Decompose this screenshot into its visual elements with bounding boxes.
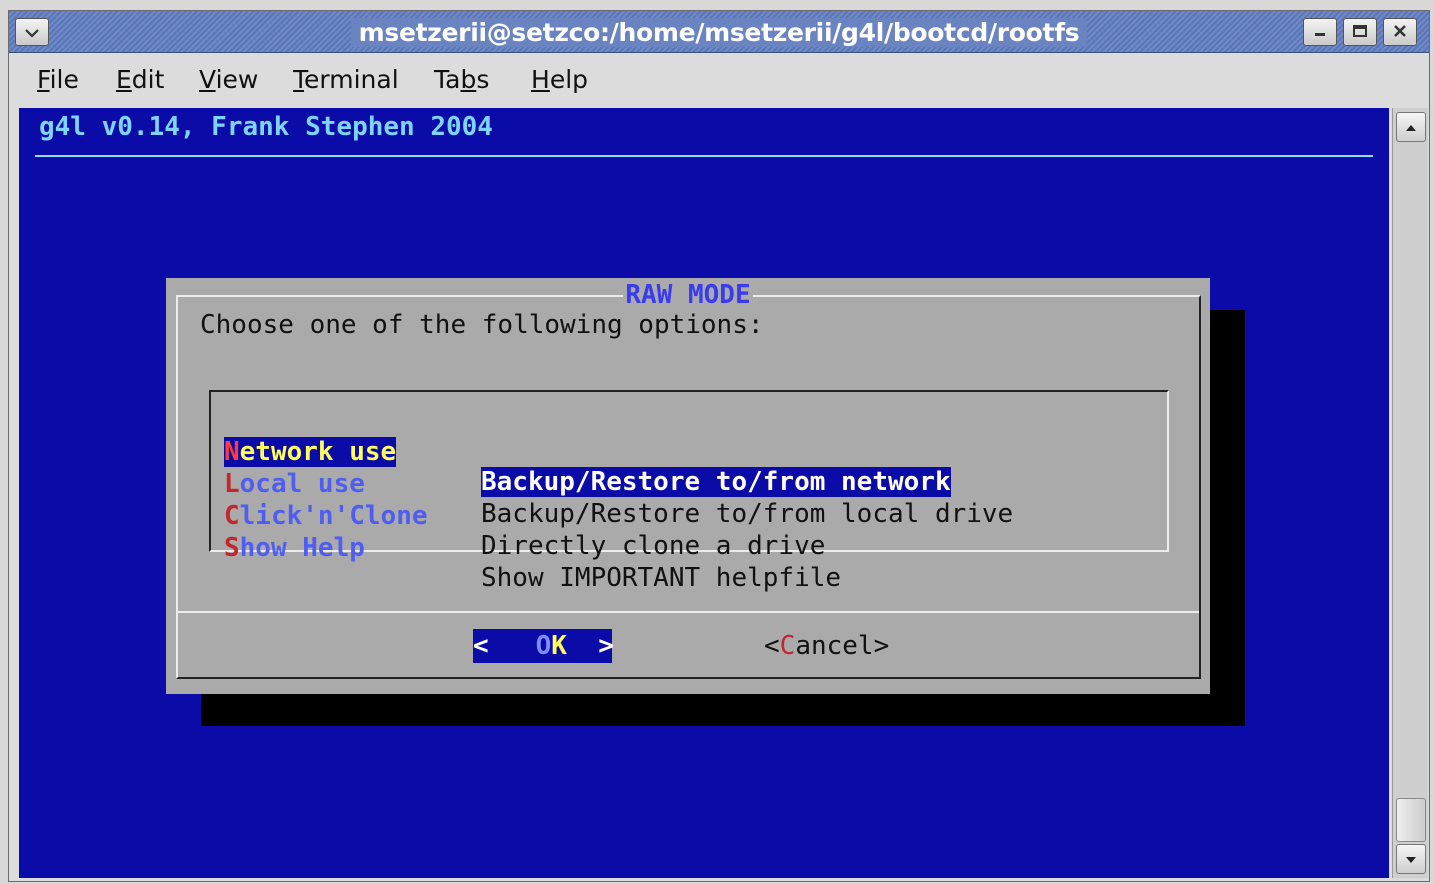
dialog-prompt: Choose one of the following options:	[200, 310, 764, 340]
vertical-scrollbar[interactable]	[1392, 108, 1428, 878]
close-button[interactable]	[1383, 18, 1417, 46]
close-icon	[1392, 23, 1408, 42]
minimize-button[interactable]	[1303, 18, 1337, 46]
window-title: msetzerii@setzco:/home/msetzerii/g4l/boo…	[9, 18, 1429, 47]
scroll-thumb[interactable]	[1396, 798, 1426, 842]
option-click-n-clone[interactable]: Click'n'Clone Directly clone a drive	[224, 471, 825, 561]
option-network-use[interactable]: Network use Backup/Restore to/from netwo…	[224, 407, 951, 497]
minimize-icon	[1312, 23, 1328, 42]
scroll-up-button[interactable]	[1396, 112, 1426, 142]
menu-view[interactable]: View	[199, 65, 258, 94]
terminal-window: msetzerii@setzco:/home/msetzerii/g4l/boo…	[8, 10, 1430, 882]
maximize-button[interactable]	[1343, 18, 1377, 46]
cancel-button[interactable]: <Cancel>	[764, 629, 889, 663]
menu-bar: File Edit View Terminal Tabs Help	[9, 54, 1429, 106]
arrow-up-icon	[1404, 118, 1418, 137]
maximize-icon	[1352, 23, 1368, 42]
menu-edit[interactable]: Edit	[116, 65, 164, 94]
option-description: Backup/Restore to/from local drive	[481, 499, 1014, 529]
option-show-help[interactable]: Show Help Show IMPORTANT helpfile	[224, 503, 841, 593]
ok-button[interactable]: < OK >	[473, 629, 614, 663]
menu-file[interactable]: File	[37, 65, 79, 94]
menu-tabs[interactable]: Tabs	[434, 65, 489, 94]
terminal-screen[interactable]: g4l v0.14, Frank Stephen 2004 RAW MODE C…	[19, 108, 1389, 878]
option-description: Show IMPORTANT helpfile	[481, 563, 842, 593]
menu-terminal[interactable]: Terminal	[293, 65, 399, 94]
header-divider	[35, 155, 1373, 157]
option-local-use[interactable]: Local use Backup/Restore to/from local d…	[224, 439, 1013, 529]
title-bar[interactable]: msetzerii@setzco:/home/msetzerii/g4l/boo…	[9, 11, 1429, 53]
menu-help[interactable]: Help	[531, 65, 588, 94]
option-description: Directly clone a drive	[481, 531, 826, 561]
dialog-title: RAW MODE	[623, 280, 753, 310]
arrow-down-icon	[1404, 850, 1418, 869]
terminal-header: g4l v0.14, Frank Stephen 2004	[39, 112, 493, 142]
raw-mode-dialog: RAW MODE Choose one of the following opt…	[166, 278, 1210, 694]
button-separator	[178, 611, 1199, 613]
scroll-down-button[interactable]	[1396, 844, 1426, 874]
option-description: Backup/Restore to/from network	[481, 467, 951, 497]
